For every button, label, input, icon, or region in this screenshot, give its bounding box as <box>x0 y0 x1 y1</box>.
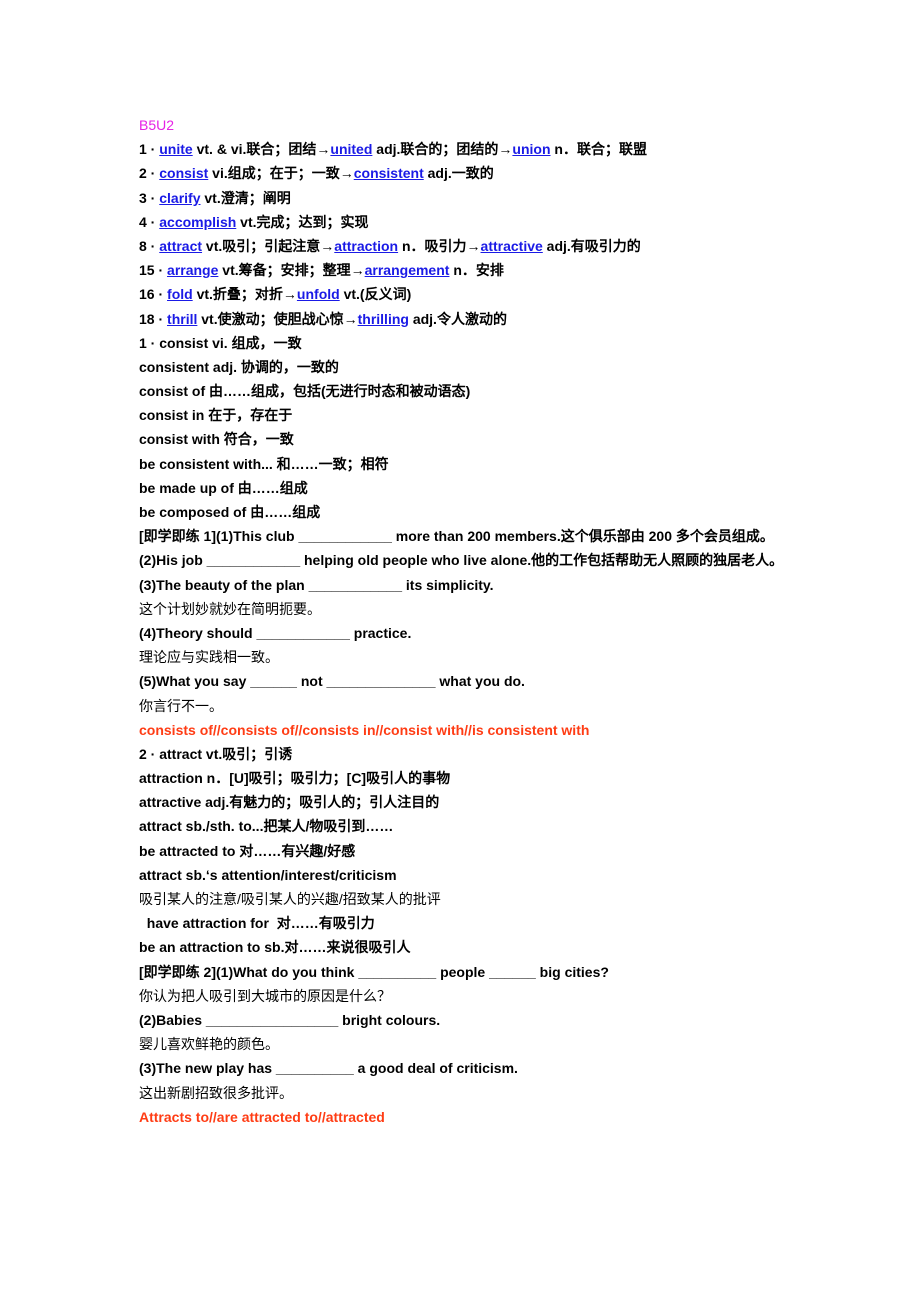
vocab-item: 18 · thrill vt.使激动；使胆战心惊→thrilling adj.令… <box>139 310 507 327</box>
vocab-item: 3 · clarify vt.澄清；阐明 <box>139 189 291 206</box>
phrase-line: attract sb.‘s attention/interest/critici… <box>139 866 397 883</box>
phrase-line: be attracted to 对……有兴趣/好感 <box>139 842 356 859</box>
document-page: B5U2 1 · unite vt. & vi.联合；团结→united adj… <box>139 113 789 1129</box>
exercise-translation: 这出新剧招致很多批评。 <box>139 1084 293 1101</box>
phrase-line: be made up of 由……组成 <box>139 479 308 496</box>
section-attract: 2 · attract vt.吸引；引诱 attraction n．[U]吸引；… <box>139 742 789 1129</box>
exercise-item: (3)The new play has __________ a good de… <box>139 1060 518 1077</box>
vocab-definition: n．联合；联盟 <box>550 141 647 158</box>
vocab-number: 18 <box>139 310 155 327</box>
answer-key: Attracts to//are attracted to//attracted <box>139 1108 385 1125</box>
exercise-translation: 婴儿喜欢鲜艳的颜色。 <box>139 1036 279 1053</box>
vocab-definition: adj.令人激动的 <box>408 310 507 327</box>
phrase-line: attraction n．[U]吸引；吸引力；[C]吸引人的事物 <box>139 770 451 787</box>
vocab-link[interactable]: thrilling <box>358 311 409 327</box>
vocab-item: 4 · accomplish vt.完成；达到；实现 <box>139 213 369 230</box>
phrase-line: consist of 由……组成，包括(无进行时态和被动语态) <box>139 383 471 400</box>
vocab-link[interactable]: clarify <box>159 190 200 206</box>
vocab-item: 16 · fold vt.折叠；对折→unfold vt.(反义词) <box>139 286 412 303</box>
vocab-number: 8 <box>139 237 147 254</box>
vocab-definition: vt. & vi.联合；团结→ <box>192 141 331 158</box>
phrase-line: attract sb./sth. to...把某人/物吸引到…… <box>139 818 394 835</box>
exercise-item: (2)His job ____________ helping old peop… <box>139 552 784 569</box>
vocab-link[interactable]: attract <box>159 238 202 254</box>
vocab-definition: n．吸引力→ <box>398 237 481 254</box>
exercise-item: [即学即练 1](1)This club ____________ more t… <box>139 528 774 545</box>
exercise-item: [即学即练 2](1)What do you think __________ … <box>139 963 609 980</box>
exercise-item: (3)The beauty of the plan ____________ i… <box>139 576 494 593</box>
phrase-line: be consistent with... 和……一致；相符 <box>139 455 389 472</box>
section-heading: 1 · consist vi. 组成，一致 <box>139 334 302 351</box>
vocab-item: 15 · arrange vt.筹备；安排；整理→arrangement n．安… <box>139 262 504 279</box>
vocab-definition: vt.折叠；对折→ <box>192 286 297 303</box>
vocab-link[interactable]: unite <box>159 141 192 157</box>
phrase-line: be an attraction to sb.对……来说很吸引人 <box>139 939 411 956</box>
vocab-list: 1 · unite vt. & vi.联合；团结→united adj.联合的；… <box>139 137 789 331</box>
vocab-link[interactable]: united <box>330 141 372 157</box>
vocab-link[interactable]: accomplish <box>159 214 236 230</box>
vocab-link[interactable]: thrill <box>167 311 197 327</box>
phrase-line: 吸引某人的注意/吸引某人的兴趣/招致某人的批评 <box>139 891 441 908</box>
vocab-definition: vt.完成；达到；实现 <box>236 213 369 230</box>
phrase-line: consistent adj. 协调的，一致的 <box>139 358 339 375</box>
vocab-number: 2 <box>139 165 147 182</box>
vocab-link[interactable]: arrange <box>167 262 218 278</box>
vocab-definition: vt.使激动；使胆战心惊→ <box>197 310 358 327</box>
exercise-translation: 这个计划妙就妙在简明扼要。 <box>139 600 321 617</box>
vocab-link[interactable]: arrangement <box>365 262 450 278</box>
vocab-number: 3 <box>139 189 147 206</box>
vocab-definition: adj.联合的；团结的→ <box>372 141 513 158</box>
vocab-definition: adj.有吸引力的 <box>542 237 641 254</box>
vocab-definition: n．安排 <box>449 262 504 279</box>
vocab-definition: vt.筹备；安排；整理→ <box>218 262 365 279</box>
document-title: B5U2 <box>139 117 175 133</box>
vocab-definition: vt.澄清；阐明 <box>200 189 291 206</box>
vocab-link[interactable]: fold <box>167 286 193 302</box>
exercise-translation: 理论应与实践相一致。 <box>139 649 279 666</box>
phrase-line: be composed of 由……组成 <box>139 504 321 520</box>
phrase-line: consist in 在于，存在于 <box>139 407 293 424</box>
vocab-link[interactable]: unfold <box>297 286 340 302</box>
exercise-item: (4)Theory should ____________ practice. <box>139 624 412 641</box>
section-consist: 1 · consist vi. 组成，一致 consistent adj. 协调… <box>139 331 789 742</box>
vocab-item: 1 · unite vt. & vi.联合；团结→united adj.联合的；… <box>139 141 647 158</box>
answer-key: consists of//consists of//consists in//c… <box>139 721 590 738</box>
exercise-translation: 你言行不一。 <box>139 697 223 714</box>
section-heading: 2 · attract vt.吸引；引诱 <box>139 745 293 762</box>
phrase-line: consist with 符合，一致 <box>139 431 294 448</box>
vocab-definition: vi.组成；在于；一致→ <box>208 165 354 182</box>
vocab-link[interactable]: attractive <box>481 238 543 254</box>
vocab-number: 4 <box>139 213 147 230</box>
vocab-number: 1 <box>139 141 147 158</box>
vocab-link[interactable]: consist <box>159 165 208 181</box>
vocab-number: 16 <box>139 286 155 303</box>
phrase-line: have attraction for 对……有吸引力 <box>139 915 375 932</box>
vocab-number: 15 <box>139 262 155 279</box>
vocab-item: 2 · consist vi.组成；在于；一致→consistent adj.一… <box>139 165 494 182</box>
vocab-link[interactable]: union <box>512 141 550 157</box>
phrase-line: attractive adj.有魅力的；吸引人的；引人注目的 <box>139 794 440 811</box>
exercise-item: (2)Babies _________________ bright colou… <box>139 1011 441 1028</box>
vocab-item: 8 · attract vt.吸引；引起注意→attraction n．吸引力→… <box>139 237 641 254</box>
vocab-link[interactable]: attraction <box>334 238 398 254</box>
vocab-definition: vt.吸引；引起注意→ <box>202 237 335 254</box>
vocab-definition: adj.一致的 <box>423 165 494 182</box>
exercise-translation: 你认为把人吸引到大城市的原因是什么？ <box>139 987 391 1004</box>
vocab-link[interactable]: consistent <box>354 165 424 181</box>
exercise-item: (5)What you say ______ not _____________… <box>139 673 525 690</box>
vocab-definition: vt.(反义词) <box>339 286 412 303</box>
